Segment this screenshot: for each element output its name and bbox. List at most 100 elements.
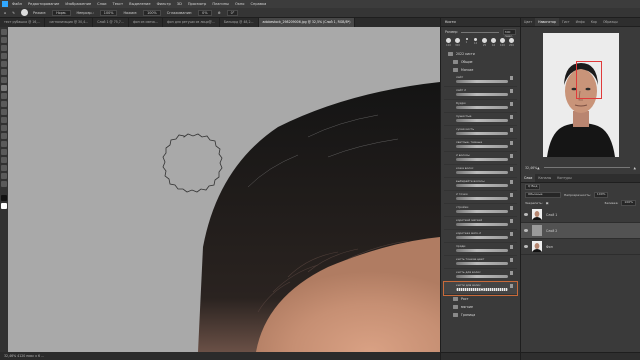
tab-paths[interactable]: Контуры [554,174,575,182]
lock-icon[interactable]: ▣ [546,201,549,205]
lasso-tool-icon[interactable] [1,45,7,51]
gradient-tool-icon[interactable] [1,117,7,123]
layer-row[interactable]: Слой 1 [521,207,640,223]
tab-layers[interactable]: Слои [521,174,536,182]
layer-opacity-input[interactable]: 100% [593,192,609,198]
brush-item[interactable]: лайт [444,74,517,87]
smoothing-input[interactable]: 0% [198,9,212,16]
background-color-swatch[interactable] [1,203,7,209]
brush-size-slider[interactable] [461,31,499,33]
brush-item[interactable]: пушистые [444,113,517,126]
stamp-tool-icon[interactable] [1,93,7,99]
brush-folder[interactable]: Общие [444,58,517,66]
doc-tab[interactable]: фон из свеча... [129,18,163,27]
gear-icon[interactable]: ⚙ [218,11,221,15]
layer-row[interactable]: Фон [521,239,640,255]
zoom-slider[interactable] [543,167,630,168]
menu-plugins[interactable]: Плагины [212,2,229,6]
home-icon[interactable]: ⌂ [4,11,6,15]
menu-select[interactable]: Выделение [129,2,150,6]
document-canvas[interactable] [8,27,440,352]
dodge-tool-icon[interactable] [1,133,7,139]
menu-image[interactable]: Изображение [65,2,91,6]
brush-item[interactable]: короткая мягк.2 [444,230,517,243]
quick-select-tool-icon[interactable] [1,53,7,59]
tab-info[interactable]: Инфо [573,18,588,26]
brush-item[interactable]: короткий мягкий [444,217,517,230]
doc-tab-active[interactable]: adobestock_298209006.jpg @ 32,5% (Слой 1… [258,18,356,27]
type-tool-icon[interactable] [1,149,7,155]
brush-preset[interactable]: 200 [508,38,515,47]
eyedropper-tool-icon[interactable] [1,69,7,75]
pen-tool-icon[interactable] [1,141,7,147]
brush-size-input[interactable]: 300 пикс. [502,29,516,38]
menu-file[interactable]: Файл [12,2,22,6]
menu-layers[interactable]: Слои [97,2,106,6]
history-brush-tool-icon[interactable] [1,101,7,107]
angle-input[interactable]: 0° [226,9,239,16]
menu-text[interactable]: Текст [113,2,124,6]
eye-icon[interactable] [524,213,528,216]
path-select-tool-icon[interactable] [1,157,7,163]
zoom-in-icon[interactable]: ▲ [634,166,636,170]
tab-histogram[interactable]: Гист [559,18,573,26]
doc-tab[interactable]: тест рубашка @ 16,... [0,18,46,27]
zoom-out-icon[interactable]: ▲ [537,166,539,170]
brush-folder[interactable]: мягкие [444,303,517,311]
brush-item[interactable]: сухая кисть [444,126,517,139]
tab-color[interactable]: Цвет [521,18,535,26]
brush-folder[interactable]: Граница [444,311,517,319]
brush-preset[interactable]: 100 [499,38,506,47]
blur-tool-icon[interactable] [1,125,7,131]
flow-input[interactable]: 100% [143,9,161,16]
crop-tool-icon[interactable] [1,61,7,67]
brush-item[interactable]: пряди [444,243,517,256]
brush-item[interactable]: 2 точки [444,191,517,204]
brush-folder[interactable]: 2022 кисти [444,50,517,58]
brush-item[interactable]: светлые, темные [444,139,517,152]
brush-preset[interactable]: 100 [445,38,452,47]
menu-help[interactable]: Справка [251,2,267,6]
brush-preset-picker[interactable] [21,9,28,16]
brush-folder[interactable]: Рост [444,295,517,303]
eye-icon[interactable] [524,229,528,232]
eye-icon[interactable] [524,245,528,248]
brush-item[interactable]: Кудри [444,100,517,113]
brush-folder[interactable]: Мягкие [444,66,517,74]
navigator-thumbnail[interactable] [543,33,619,157]
layer-filter-select[interactable]: Q Вид [525,184,541,190]
brush-preset[interactable]: 300 [454,38,461,47]
menu-3d[interactable]: 3D [177,2,182,6]
brush-item[interactable]: лайт 2 [444,87,517,100]
move-tool-icon[interactable] [1,29,7,35]
zoom-value[interactable]: 32,46% [525,166,537,170]
brush-item[interactable]: выбирайте волосы [444,178,517,191]
brush-item[interactable]: 2 волосы [444,152,517,165]
doc-tab[interactable]: фон для ретуши из лицо@... [163,18,220,27]
eraser-tool-icon[interactable] [1,109,7,115]
doc-tab[interactable]: сигнализация @ 30,4... [45,18,94,27]
brush-preset[interactable]: 12 [472,38,479,47]
brush-tool-icon[interactable] [1,85,7,91]
brush-item[interactable]: стройки [444,204,517,217]
tab-correction[interactable]: Кор [588,18,600,26]
tab-swatches[interactable]: Образцы [600,18,621,26]
menu-edit[interactable]: Редактирование [28,2,59,6]
fill-input[interactable]: 100% [621,200,636,206]
menu-window[interactable]: Окно [235,2,245,6]
layer-row-active[interactable]: Слой 2 [521,223,640,239]
opacity-input[interactable]: 100% [99,9,118,16]
hand-tool-icon[interactable] [1,173,7,179]
mode-select[interactable]: Норм. [52,9,71,16]
healing-tool-icon[interactable] [1,77,7,83]
brush-preset[interactable]: 25 [481,38,488,47]
foreground-color-swatch[interactable] [1,195,7,201]
zoom-tool-icon[interactable] [1,181,7,187]
brush-item-selected[interactable]: кисти для волос [443,281,518,296]
blend-mode-select[interactable]: Обычные [525,192,561,198]
doc-tab[interactable]: Бильярд @ 48,2... [220,18,259,27]
menu-view[interactable]: Просмотр [188,2,206,6]
tab-channels[interactable]: Каналы [535,174,554,182]
menu-filter[interactable]: Фильтр [157,2,171,6]
marquee-tool-icon[interactable] [1,37,7,43]
